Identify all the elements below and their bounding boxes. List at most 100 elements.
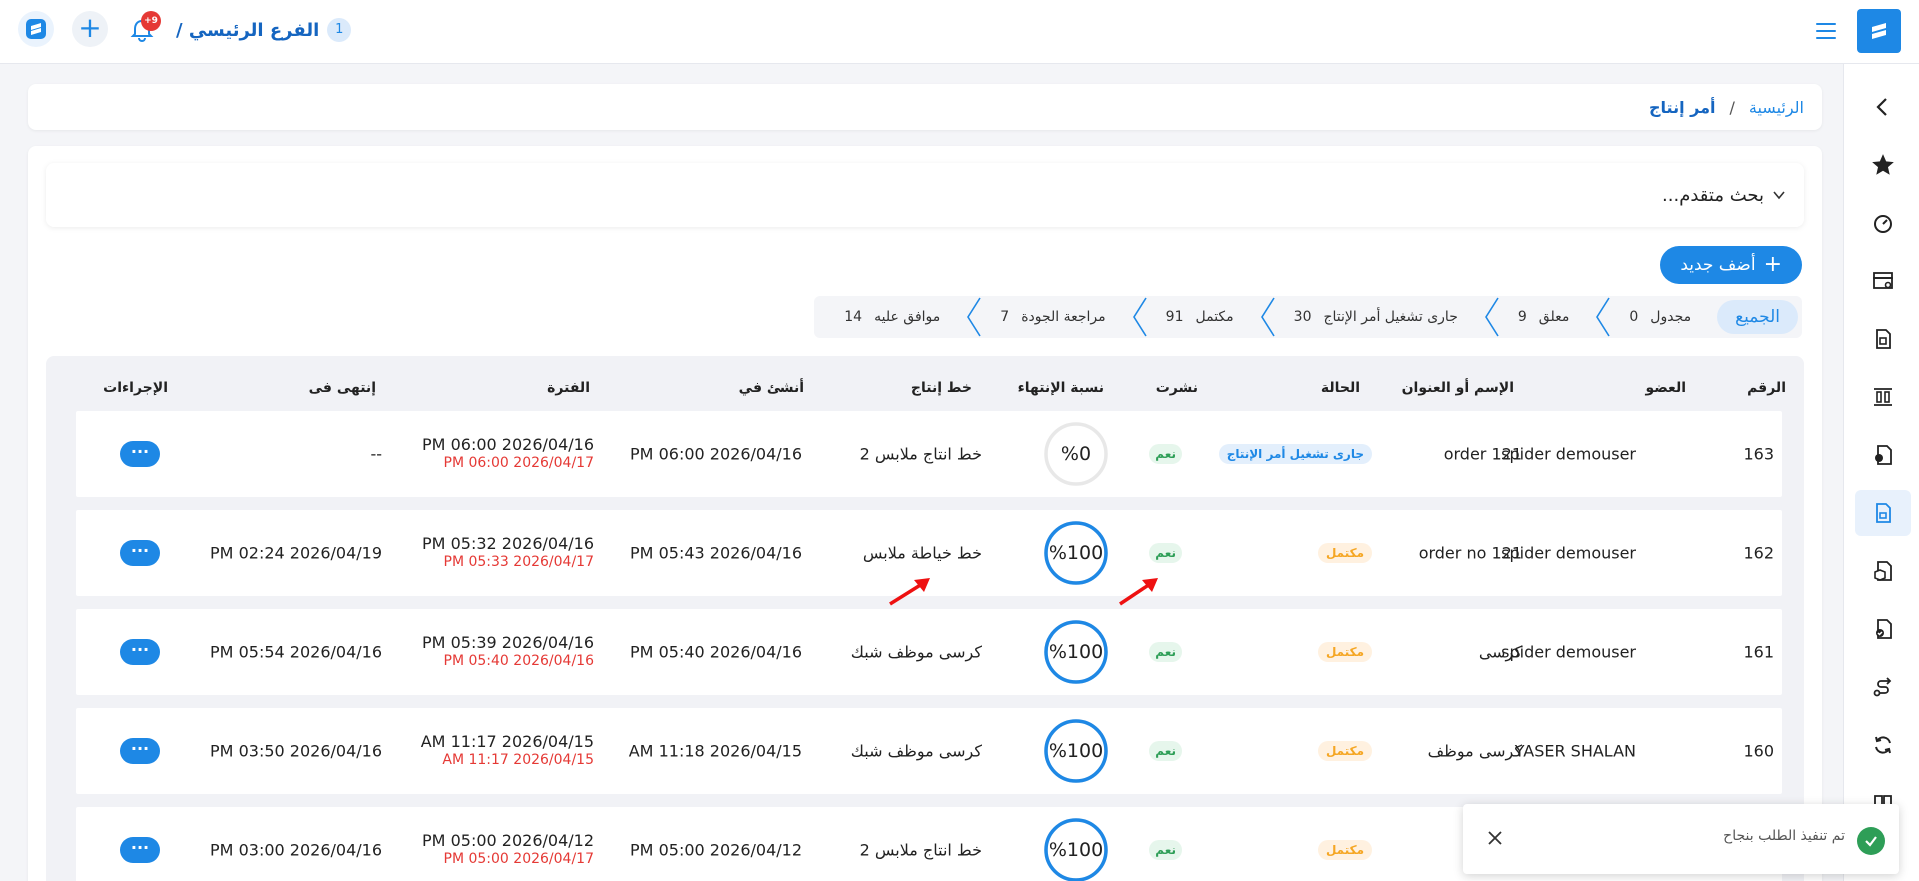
period: 2026/04/15 11:17 AM 2026/04/15 11:17 AM (421, 733, 594, 769)
created-at: 2026/04/16 05:40 PM (630, 642, 802, 662)
brand-logo-icon[interactable] (1857, 9, 1901, 53)
tab-approved[interactable]: موافق عليه 14 (830, 296, 962, 338)
header-published: نشرت (1155, 380, 1198, 396)
production-line: خط انتاج ملابس 2 (859, 444, 982, 464)
tab-quality-review[interactable]: مراجعة الجودة 7 (986, 296, 1127, 338)
branch-selector[interactable]: 1 الفرع الرئيسي / (176, 16, 352, 44)
table-row[interactable]: 163 spider demouser order 121 جارى تشغيل أم… (76, 411, 1782, 497)
sidebar-box-icon[interactable] (1855, 548, 1911, 594)
chevron-left-icon (1128, 296, 1152, 338)
sidebar-document-icon[interactable] (1855, 316, 1911, 362)
sidebar-checklist-icon[interactable] (1855, 606, 1911, 652)
production-orders-table: الرقم العضو الإسم أو العنوان الحالة نشرت… (46, 356, 1804, 881)
created-at: 2026/04/16 06:00 PM (630, 444, 802, 464)
plus-icon: + (1763, 252, 1782, 277)
period: 2026/04/16 05:32 PM 2026/04/17 05:33 PM (422, 535, 594, 571)
completion-ring: %100 (1042, 717, 1110, 785)
ended-at: 2026/04/16 03:00 PM (210, 840, 382, 860)
completion-ring: %100 (1042, 618, 1110, 686)
period-end: 2026/04/16 05:40 PM (443, 653, 595, 669)
header-number: الرقم (1747, 380, 1786, 396)
add-new-label: أضف جديد (1680, 255, 1756, 275)
completion-label: %100 (1048, 839, 1104, 861)
app-logo-icon[interactable] (18, 11, 54, 47)
header-member: العضو (1645, 380, 1686, 396)
tab-running[interactable]: جارى تشغيل أمر الإنتاج 30 (1280, 296, 1480, 338)
header-title: الإسم أو العنوان (1401, 380, 1514, 396)
advanced-search-toggle[interactable]: بحث متقدم... (46, 163, 1804, 227)
breadcrumb: الرئيسية / أمر إنتاج (28, 84, 1822, 130)
tab-scheduled[interactable]: مجدول 0 (1615, 296, 1713, 338)
tab-count: 14 (844, 309, 863, 325)
period-end: 2026/04/17 05:33 PM (443, 554, 595, 570)
period-start: 2026/04/16 05:32 PM (422, 534, 594, 553)
completion-ring: %0 (1042, 420, 1110, 488)
sidebar-favorites-star-icon[interactable] (1855, 142, 1911, 188)
sidebar-route-icon[interactable] (1855, 664, 1911, 710)
header-ended: إنتهى فى (308, 380, 376, 396)
row-actions-button[interactable]: ··· (120, 441, 160, 467)
annotation-arrow-icon (889, 578, 930, 606)
published-badge: نعم (1149, 642, 1182, 662)
order-title[interactable]: كرسى (1479, 643, 1522, 662)
breadcrumb-home-link[interactable]: الرئيسية (1749, 98, 1804, 117)
order-number: 160 (1743, 741, 1774, 761)
row-actions-button[interactable]: ··· (120, 639, 160, 665)
period-end: 2026/04/15 11:17 AM (442, 752, 594, 768)
period-end: 2026/04/17 05:00 PM (443, 851, 595, 867)
period-start: 2026/04/16 06:00 PM (422, 435, 594, 454)
completion-ring: %100 (1042, 816, 1110, 881)
table-row[interactable]: 161 spider demouser كرسى مكتمل نعم %100 كرسى م… (76, 609, 1782, 695)
check-circle-icon (1857, 827, 1885, 855)
tab-label: معلق (1538, 309, 1570, 325)
period-start: 2026/04/16 05:39 PM (422, 633, 594, 652)
completion-label: %100 (1048, 641, 1104, 663)
period: 2026/04/12 05:00 PM 2026/04/17 05:00 PM (422, 832, 594, 868)
tab-all[interactable]: الجميع (1717, 300, 1798, 334)
completion-label: %0 (1060, 443, 1092, 465)
order-title[interactable]: كرسى موظف (1428, 742, 1522, 761)
header-actions: الإجراءات (103, 380, 168, 396)
tab-completed[interactable]: مكتمل 91 (1152, 296, 1256, 338)
header-created: أنشئ في (738, 380, 804, 396)
period-start: 2026/04/12 05:00 PM (422, 831, 594, 850)
order-number: 162 (1743, 543, 1774, 563)
add-new-button[interactable]: + أضف جديد (1660, 246, 1802, 284)
advanced-search-label: بحث متقدم... (1662, 184, 1764, 206)
tab-count: 30 (1293, 309, 1312, 325)
ended-at: 2026/04/19 02:24 PM (210, 543, 382, 563)
sidebar-dashboard-icon[interactable] (1855, 200, 1911, 246)
ended-at: 2026/04/16 05:54 PM (210, 642, 382, 662)
toast-message: تم تنفيذ الطلب بنجاح (1723, 828, 1845, 844)
sidebar-production-icon[interactable] (1855, 490, 1911, 536)
sidebar (1843, 64, 1919, 881)
production-line: خط انتاج ملابس 2 (859, 840, 982, 860)
row-actions-button[interactable]: ··· (120, 837, 160, 863)
order-number: 161 (1743, 642, 1774, 662)
quick-add-button[interactable]: + (72, 11, 108, 47)
tab-label: مجدول (1650, 309, 1692, 325)
tab-label: مراجعة الجودة (1021, 309, 1106, 325)
sidebar-printer-icon[interactable] (1855, 258, 1911, 304)
top-bar: + +9 1 الفرع الرئيسي / (0, 0, 1919, 64)
sidebar-sync-icon[interactable] (1855, 722, 1911, 768)
period: 2026/04/16 05:39 PM 2026/04/16 05:40 PM (422, 634, 594, 670)
chevron-left-icon (1591, 296, 1615, 338)
close-icon[interactable] (1483, 826, 1507, 850)
period-start: 2026/04/15 11:17 AM (420, 732, 594, 751)
header-period: الفترة (547, 380, 590, 396)
created-at: 2026/04/16 05:43 PM (630, 543, 802, 563)
row-actions-button[interactable]: ··· (120, 540, 160, 566)
order-title[interactable]: order no 121 (1419, 544, 1522, 563)
sidebar-exchange-icon[interactable] (1855, 432, 1911, 478)
header-line: خط إنتاج (910, 380, 972, 396)
header-completion: نسبة الإنتهاء (1017, 380, 1104, 396)
sidebar-columns-icon[interactable] (1855, 374, 1911, 420)
production-line: كرسى موظف شبك (850, 741, 982, 761)
table-row[interactable]: 160 YASER SHALAN كرسى موظف مكتمل نعم %100 كرسى… (76, 708, 1782, 794)
row-actions-button[interactable]: ··· (120, 738, 160, 764)
tab-pending[interactable]: معلق 9 (1504, 296, 1592, 338)
order-title[interactable]: order 121 (1444, 445, 1522, 464)
sidebar-collapse-chevron-left-icon[interactable] (1855, 84, 1911, 130)
menu-toggle-icon[interactable] (1813, 19, 1839, 43)
